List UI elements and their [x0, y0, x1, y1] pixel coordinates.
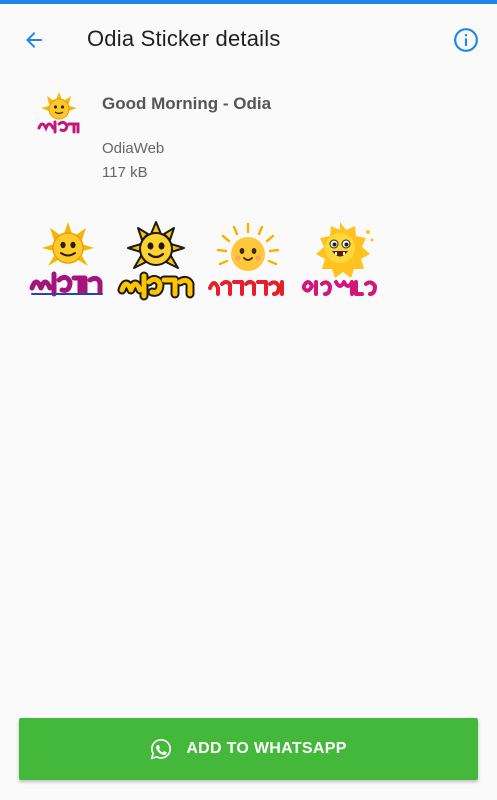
pack-tray-icon: [33, 90, 85, 138]
arrow-back-icon: [26, 32, 42, 48]
page-title: Odia Sticker details: [87, 26, 281, 51]
sticker-subhasakala[interactable]: [206, 218, 290, 304]
info-button[interactable]: [446, 20, 486, 60]
add-to-whatsapp-button[interactable]: ADD TO WHATSAPP: [19, 718, 478, 780]
back-button[interactable]: [14, 20, 54, 60]
app-bar: Odia Sticker details: [0, 4, 497, 76]
sticker-suprabhat-2[interactable]: [114, 218, 198, 304]
info-icon: [454, 28, 478, 52]
sticker-good-morning[interactable]: [298, 218, 382, 304]
pack-name: Good Morning - Odia: [102, 94, 272, 113]
add-to-whatsapp-label: ADD TO WHATSAPP: [186, 740, 347, 757]
sticker-suprabhat-1[interactable]: [26, 218, 110, 304]
pack-size: 117 kB: [102, 164, 148, 181]
pack-publisher: OdiaWeb: [102, 140, 165, 157]
whatsapp-icon: [150, 739, 172, 760]
